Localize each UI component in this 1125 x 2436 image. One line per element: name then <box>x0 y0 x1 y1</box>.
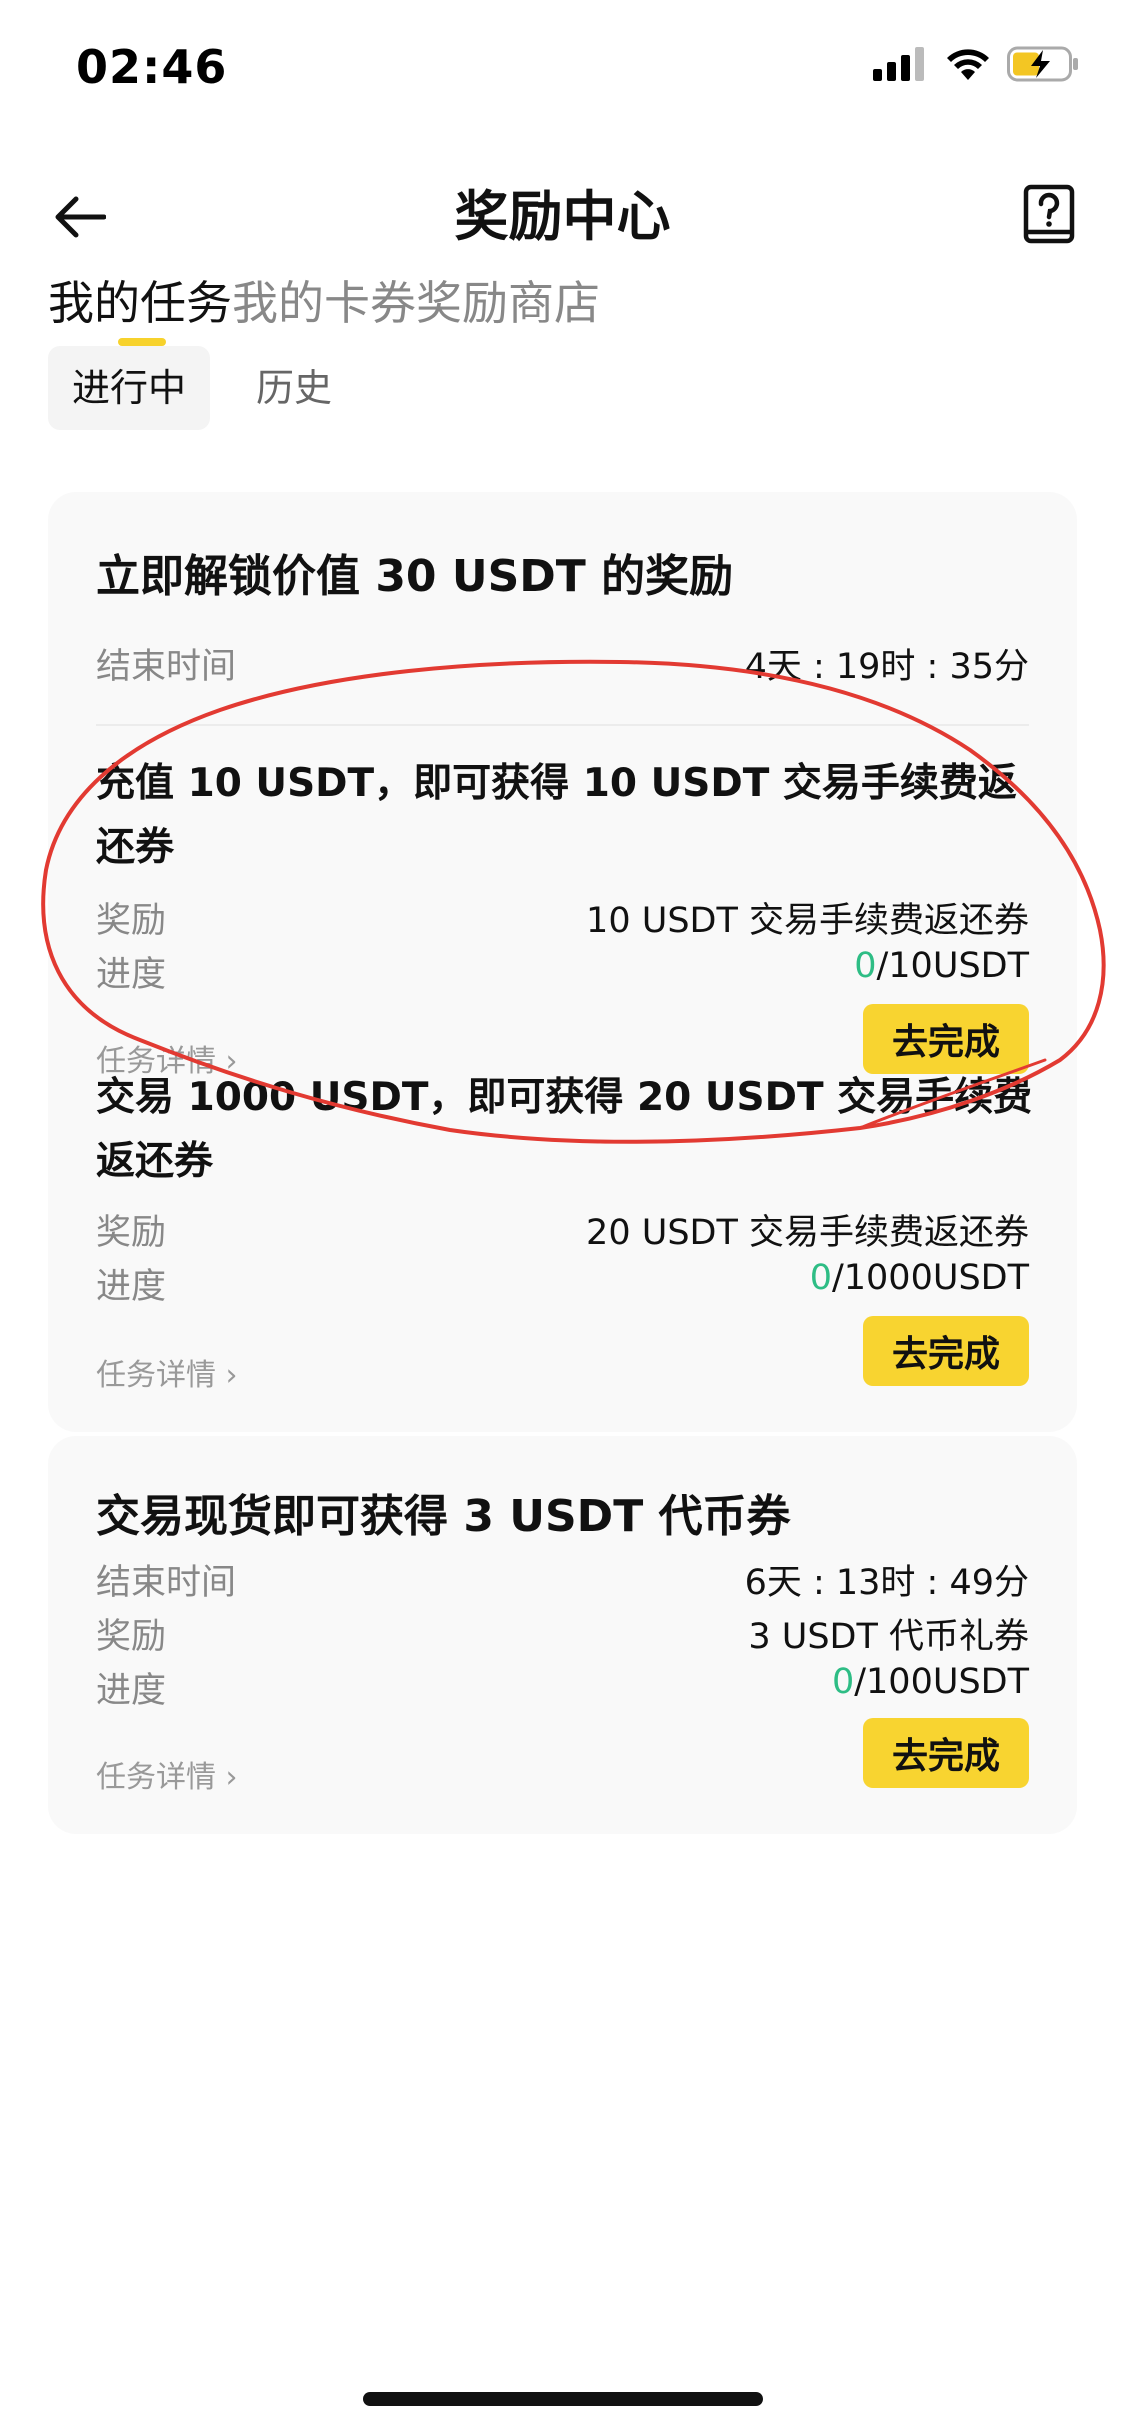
sub-tabs: 进行中 历史 <box>48 346 356 430</box>
end-time-value: 6天 : 13时 : 49分 <box>744 1563 1029 1603</box>
tab-my-coupons[interactable]: 我的卡券 <box>232 268 416 338</box>
page-title: 奖励中心 <box>454 185 671 248</box>
task-title: 交易 1000 USDT，即可获得 20 USDT 交易手续费返还券 <box>96 1075 1033 1184</box>
top-tabs: 我的任务 我的卡券 奖励商店 <box>48 268 600 346</box>
progress-label: 进度 <box>96 955 167 995</box>
progress-current: 0 <box>809 1258 832 1298</box>
home-indicator <box>363 2392 763 2406</box>
cellular-signal-icon <box>873 47 924 81</box>
progress-row: 进度 0/10USDT <box>96 946 1029 997</box>
complete-task-button[interactable]: 去完成 <box>863 1004 1029 1074</box>
reward-row: 奖励 20 USDT 交易手续费返还券 <box>96 1204 1029 1255</box>
reward-row: 奖励 10 USDT 交易手续费返还券 <box>96 892 1029 943</box>
tab-reward-store[interactable]: 奖励商店 <box>416 268 600 338</box>
progress-target: /100USDT <box>854 1662 1029 1702</box>
progress-current: 0 <box>831 1662 855 1702</box>
reward-value: 10 USDT 交易手续费返还券 <box>586 901 1029 941</box>
status-icons <box>873 46 1079 82</box>
reward-row: 奖励 3 USDT 代币礼券 <box>96 1608 1029 1659</box>
progress-row: 进度 0/100USDT <box>96 1662 1029 1713</box>
task-group-title: 立即解锁价值 30 USDT 的奖励 <box>96 551 734 602</box>
subtab-in-progress[interactable]: 进行中 <box>48 346 211 430</box>
divider <box>96 724 1029 726</box>
progress-current: 0 <box>854 946 877 986</box>
battery-charging-icon <box>1007 46 1078 82</box>
progress-label: 进度 <box>96 1671 167 1711</box>
progress-target: /1000USDT <box>831 1258 1029 1298</box>
task-details-link[interactable]: 任务详情 › <box>96 1350 238 1394</box>
end-time-label: 结束时间 <box>96 647 237 687</box>
progress-row: 进度 0/1000USDT <box>96 1258 1029 1309</box>
wifi-icon <box>947 49 989 80</box>
reward-label: 奖励 <box>96 901 167 941</box>
nav-bar: 奖励中心 <box>0 160 1125 270</box>
task-title: 充值 10 USDT，即可获得 10 USDT 交易手续费返还券 <box>96 761 1017 870</box>
progress-label: 进度 <box>96 1267 167 1307</box>
end-time-value: 4天 : 19时 : 35分 <box>744 647 1029 687</box>
help-book-icon <box>1023 184 1075 244</box>
task-card-spot: 交易现货即可获得 3 USDT 代币券 结束时间 6天 : 13时 : 49分 … <box>48 1436 1077 1834</box>
task-group-card: 立即解锁价值 30 USDT 的奖励 结束时间 4天 : 19时 : 35分 充… <box>48 492 1077 1432</box>
reward-label: 奖励 <box>96 1213 167 1253</box>
reward-value: 3 USDT 代币礼券 <box>748 1617 1029 1657</box>
reward-value: 20 USDT 交易手续费返还券 <box>586 1213 1029 1253</box>
complete-task-button[interactable]: 去完成 <box>863 1718 1029 1788</box>
tab-my-tasks[interactable]: 我的任务 <box>48 268 232 338</box>
help-button[interactable] <box>1013 174 1085 254</box>
progress-value: 0/10USDT <box>854 946 1029 997</box>
end-time-label: 结束时间 <box>96 1563 237 1603</box>
active-tab-indicator <box>118 338 166 346</box>
end-time-row: 结束时间 4天 : 19时 : 35分 <box>96 638 1029 689</box>
status-bar: 02:46 <box>0 0 1125 140</box>
progress-value: 0/100USDT <box>832 1662 1029 1713</box>
task-group-title: 交易现货即可获得 3 USDT 代币券 <box>96 1491 791 1542</box>
complete-task-button[interactable]: 去完成 <box>863 1316 1029 1386</box>
status-time: 02:46 <box>76 40 228 94</box>
end-time-row: 结束时间 6天 : 13时 : 49分 <box>96 1554 1029 1605</box>
progress-value: 0/1000USDT <box>810 1258 1029 1309</box>
reward-label: 奖励 <box>96 1617 167 1657</box>
task-details-link[interactable]: 任务详情 › <box>96 1752 238 1796</box>
progress-target: /10USDT <box>876 946 1030 986</box>
subtab-history[interactable]: 历史 <box>232 346 356 430</box>
